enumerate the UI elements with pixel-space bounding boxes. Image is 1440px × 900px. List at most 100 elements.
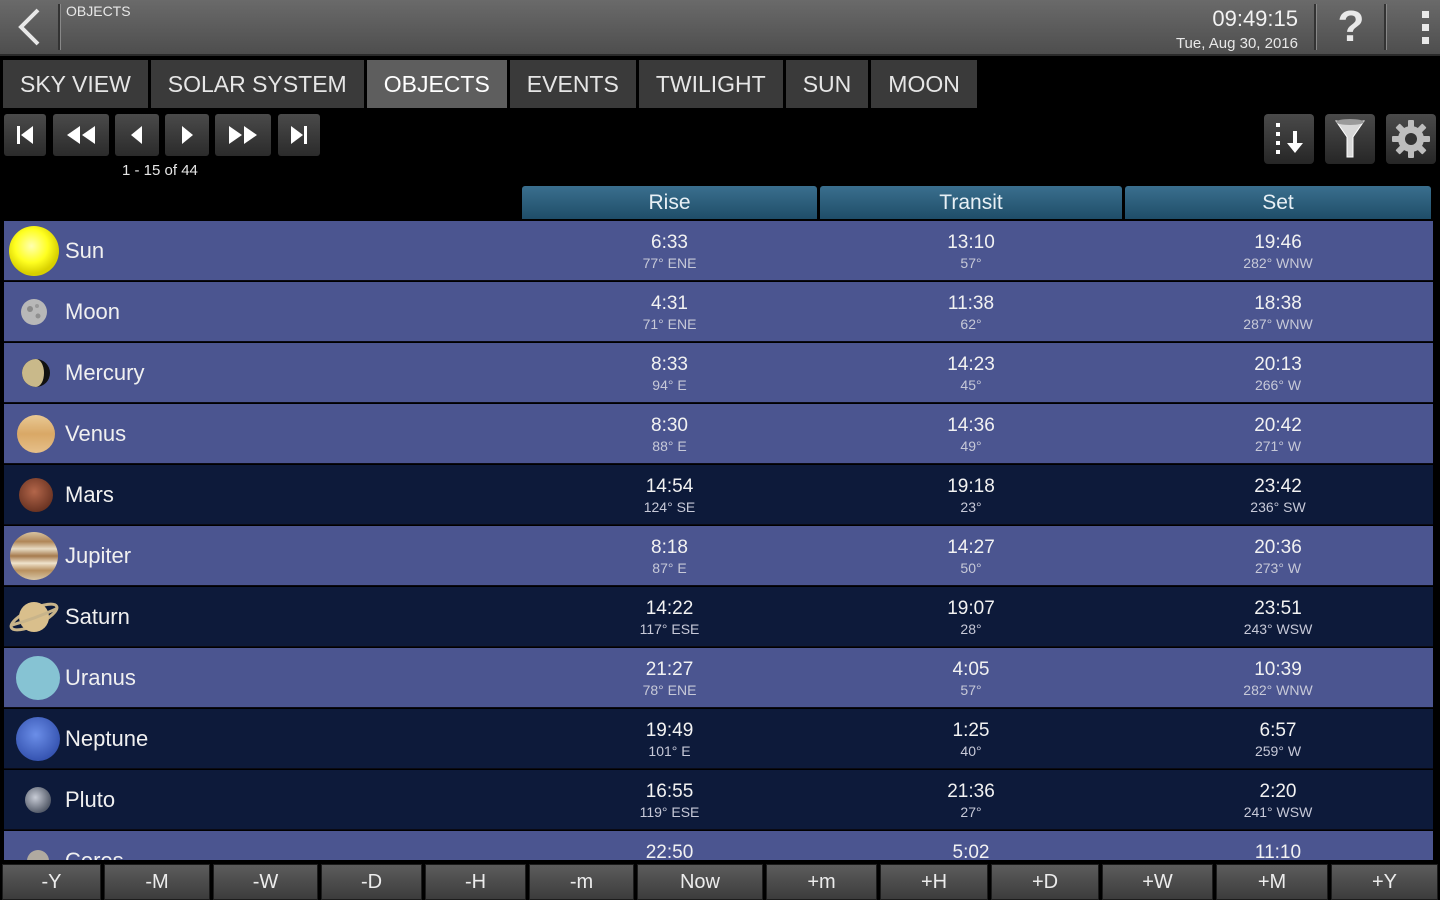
rise-cell: 6:33 77° ENE [642, 232, 697, 271]
filter-funnel-icon [1335, 119, 1365, 158]
step-minus-minute-button[interactable]: -m [529, 864, 634, 900]
step-minus-month-button[interactable]: -M [104, 864, 210, 900]
sort-descending-icon [1276, 123, 1303, 154]
object-name: Venus [65, 421, 127, 446]
step-plus-week-button[interactable]: +W [1102, 864, 1213, 900]
fast-back-button[interactable] [53, 114, 109, 156]
rise-cell: 8:18 87° E [651, 537, 688, 576]
step-plus-day-button[interactable]: +D [991, 864, 1099, 900]
mercury-icon [8, 347, 60, 399]
table-row[interactable]: Moon 4:31 71° ENE 11:38 62° 18:38 287° WNW [4, 282, 1433, 342]
rise-cell: 4:31 71° ENE [642, 293, 697, 332]
object-name: Moon [65, 299, 121, 324]
ceres-icon [8, 835, 60, 860]
now-button[interactable]: Now [637, 864, 763, 900]
transit-cell: 11:38 62° [947, 293, 995, 332]
set-cell: 20:42 271° W [1254, 415, 1302, 454]
tab-bar: SKY VIEW SOLAR SYSTEM OBJECTS EVENTS TWI… [0, 60, 977, 108]
rise-cell: 22:50 [645, 842, 694, 860]
set-cell: 19:46 282° WNW [1243, 232, 1313, 271]
sort-button[interactable] [1264, 114, 1314, 164]
transit-cell: 21:36 27° [947, 781, 995, 820]
table-row[interactable]: Ceres 22:50 5:02 11:10 [4, 831, 1433, 860]
step-plus-minute-button[interactable]: +m [766, 864, 877, 900]
table-row[interactable]: Uranus 21:27 78° ENE 4:05 57° 10:39 282° WN… [4, 648, 1433, 708]
mars-icon [8, 469, 60, 521]
set-cell: 20:13 266° W [1254, 354, 1302, 393]
step-plus-year-button[interactable]: +Y [1331, 864, 1438, 900]
rise-cell: 8:30 88° E [651, 415, 688, 454]
sun-icon [8, 225, 60, 277]
column-header-set[interactable]: Set [1125, 186, 1431, 219]
neptune-icon [8, 713, 60, 765]
filter-button[interactable] [1325, 114, 1375, 164]
tab-objects[interactable]: OBJECTS [366, 60, 507, 108]
clock: 09:49:15 Tue, Aug 30, 2016 [1176, 6, 1298, 52]
previous-page-button[interactable] [115, 114, 159, 156]
skip-first-icon [17, 126, 33, 144]
step-minus-day-button[interactable]: -D [321, 864, 422, 900]
step-minus-week-button[interactable]: -W [213, 864, 318, 900]
gear-icon [1392, 120, 1430, 158]
first-page-button[interactable] [4, 114, 46, 156]
step-minus-hour-button[interactable]: -H [425, 864, 526, 900]
step-minus-year-button[interactable]: -Y [2, 864, 101, 900]
table-row[interactable]: Saturn 14:22 117° ESE 19:07 28° 23:51 243° … [4, 587, 1433, 647]
object-name: Pluto [65, 787, 116, 812]
rise-cell: 14:54 124° SE [643, 476, 696, 515]
transit-cell: 1:25 40° [952, 720, 990, 759]
object-name: Saturn [65, 604, 130, 629]
rise-cell: 19:49 101° E [645, 720, 694, 759]
transit-cell: 14:36 49° [947, 415, 995, 454]
set-cell: 23:42 236° SW [1250, 476, 1306, 515]
table-row[interactable]: Jupiter 8:18 87° E 14:27 50° 20:36 273° W [4, 526, 1433, 586]
moon-icon [8, 286, 60, 338]
current-time: 09:49:15 [1212, 6, 1298, 31]
set-cell: 11:10 [1254, 842, 1302, 860]
tab-solar-system[interactable]: SOLAR SYSTEM [150, 60, 364, 108]
transit-cell: 19:18 23° [947, 476, 995, 515]
rise-cell: 21:27 78° ENE [642, 659, 697, 698]
uranus-icon [8, 652, 60, 704]
next-page-button[interactable] [165, 114, 209, 156]
back-button[interactable] [0, 0, 58, 54]
tab-sun[interactable]: SUN [785, 60, 869, 108]
step-plus-month-button[interactable]: +M [1216, 864, 1328, 900]
fast-forward-button[interactable] [215, 114, 271, 156]
table-row[interactable]: Mars 14:54 124° SE 19:18 23° 23:42 236° SW [4, 465, 1433, 525]
help-button[interactable]: ? [1318, 0, 1384, 54]
table-row[interactable]: Neptune 19:49 101° E 1:25 40° 6:57 259° W [4, 709, 1433, 769]
table-row[interactable]: Sun 6:33 77° ENE 13:10 57° 19:46 282° WNW [4, 221, 1433, 281]
current-date: Tue, Aug 30, 2016 [1175, 35, 1298, 52]
column-header-rise[interactable]: Rise [522, 186, 817, 219]
tab-sky-view[interactable]: SKY VIEW [3, 60, 148, 108]
divider [1384, 4, 1387, 50]
step-plus-hour-button[interactable]: +H [880, 864, 988, 900]
object-name: Uranus [65, 665, 136, 690]
back-arrow-icon [18, 8, 40, 46]
overflow-menu-button[interactable] [1388, 0, 1440, 54]
last-page-button[interactable] [278, 114, 320, 156]
page-count: 1 - 15 of 44 [122, 162, 198, 179]
rise-cell: 8:33 94° E [651, 354, 688, 393]
set-cell: 10:39 282° WNW [1243, 659, 1313, 698]
rise-cell: 14:22 117° ESE [639, 598, 700, 637]
more-vert-icon [1422, 11, 1429, 44]
tab-moon[interactable]: MOON [871, 60, 977, 108]
transit-cell: 4:05 57° [952, 659, 990, 698]
column-header-transit[interactable]: Transit [820, 186, 1122, 219]
pluto-icon [8, 774, 60, 826]
tab-twilight[interactable]: TWILIGHT [638, 60, 783, 108]
screen-title: OBJECTS [66, 3, 131, 19]
divider [58, 4, 61, 50]
object-name: Ceres [65, 831, 124, 860]
object-name: Jupiter [65, 543, 132, 568]
table-row[interactable]: Pluto 16:55 119° ESE 21:36 27° 2:20 241° WS… [4, 770, 1433, 830]
tab-events[interactable]: EVENTS [509, 60, 636, 108]
table-row[interactable]: Venus 8:30 88° E 14:36 49° 20:42 271° W [4, 404, 1433, 464]
next-icon [182, 126, 193, 144]
top-bar: OBJECTS 09:49:15 Tue, Aug 30, 2016 ? [0, 0, 1440, 56]
table-row[interactable]: Mercury 8:33 94° E 14:23 45° 20:13 266° W [4, 343, 1433, 403]
set-cell: 6:57 259° W [1254, 720, 1302, 759]
settings-button[interactable] [1386, 114, 1436, 164]
